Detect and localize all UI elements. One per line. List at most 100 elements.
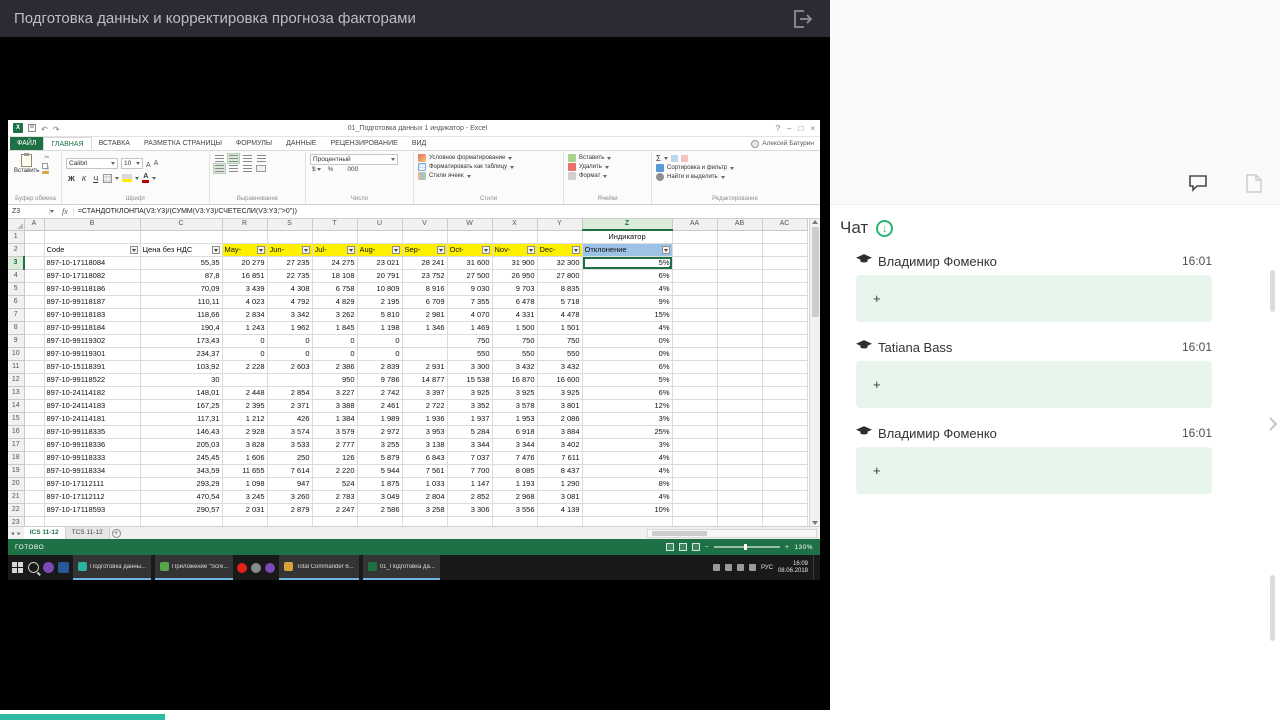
cell[interactable] — [762, 451, 808, 465]
cell[interactable]: 2 371 — [267, 399, 313, 413]
cell[interactable]: 7 355 — [447, 295, 493, 309]
cell[interactable] — [24, 503, 45, 517]
cell[interactable]: 3 352 — [447, 399, 493, 413]
cell[interactable]: 22 735 — [267, 269, 313, 283]
cell[interactable]: 7 561 — [402, 464, 448, 478]
cell[interactable]: 0 — [312, 347, 358, 361]
format-painter-icon[interactable] — [42, 171, 50, 174]
cell[interactable]: 8% — [582, 477, 673, 491]
cell[interactable] — [672, 451, 718, 465]
cell[interactable]: 3 432 — [537, 360, 583, 374]
pinned-app-icon[interactable] — [265, 562, 276, 573]
cell[interactable] — [672, 282, 718, 296]
cell[interactable] — [717, 438, 763, 452]
cell[interactable]: 1 845 — [312, 321, 358, 335]
font-size-select[interactable]: 10 — [121, 157, 143, 169]
column-header-U[interactable]: U — [357, 219, 403, 231]
cell[interactable]: 2 839 — [357, 360, 403, 374]
files-tab-button[interactable] — [1241, 171, 1267, 195]
cell[interactable]: 1 033 — [402, 477, 448, 491]
cell[interactable]: 2 586 — [357, 503, 403, 517]
cell[interactable]: 9% — [582, 295, 673, 309]
cell[interactable]: Nov- — [492, 243, 538, 257]
taskbar-app-button[interactable]: Подготовка данны... — [73, 555, 152, 580]
minimize-icon[interactable] — [787, 124, 791, 133]
cell[interactable]: 897-10-24114183 — [44, 399, 141, 413]
cell[interactable]: 2 722 — [402, 399, 448, 413]
cell[interactable]: 15 538 — [447, 373, 493, 387]
cell[interactable]: 27 800 — [537, 269, 583, 283]
paste-button[interactable]: Вставить — [14, 153, 39, 174]
cell[interactable]: 2 981 — [402, 308, 448, 322]
filter-button-icon[interactable] — [211, 246, 220, 254]
clear-icon[interactable] — [680, 155, 688, 162]
cell[interactable]: 2 220 — [312, 464, 358, 478]
row-header[interactable]: 11 — [8, 360, 25, 374]
tray-icon[interactable] — [748, 564, 756, 571]
cell[interactable]: 7 611 — [537, 451, 583, 465]
cell[interactable]: 0 — [267, 347, 313, 361]
cell[interactable]: 4% — [582, 282, 673, 296]
cell[interactable]: 8 437 — [537, 464, 583, 478]
cell[interactable]: 250 — [267, 451, 313, 465]
cell[interactable] — [24, 334, 45, 348]
cell[interactable]: 2 879 — [267, 503, 313, 517]
cell[interactable] — [717, 373, 763, 387]
cell[interactable]: 3 245 — [222, 490, 268, 504]
cell[interactable]: 3 828 — [222, 438, 268, 452]
cell[interactable] — [312, 230, 358, 244]
cell[interactable] — [357, 516, 403, 526]
cell[interactable]: Dec- — [537, 243, 583, 257]
align-left-button[interactable] — [213, 163, 226, 174]
cell[interactable] — [717, 243, 763, 257]
filter-button-icon[interactable] — [301, 246, 310, 254]
cell[interactable]: 897-10-99118183 — [44, 308, 141, 322]
redo-icon[interactable] — [53, 119, 60, 137]
cell[interactable] — [672, 477, 718, 491]
cell[interactable]: 0 — [312, 334, 358, 348]
insert-function-button[interactable]: fx — [57, 207, 74, 216]
cell[interactable] — [717, 230, 763, 244]
cell[interactable]: 3 925 — [492, 386, 538, 400]
cell[interactable]: 3 574 — [267, 425, 313, 439]
cell[interactable]: 0 — [357, 334, 403, 348]
tray-icon[interactable] — [736, 564, 744, 571]
cell[interactable] — [24, 243, 45, 257]
underline-button[interactable]: Ч — [91, 174, 100, 183]
cell[interactable]: 1 346 — [402, 321, 448, 335]
cell[interactable] — [762, 516, 808, 526]
cell[interactable]: 897-10-99118187 — [44, 295, 141, 309]
filter-button-icon[interactable] — [391, 246, 400, 254]
cell[interactable]: 1 937 — [447, 412, 493, 426]
cell[interactable]: 897-10-17118084 — [44, 256, 141, 270]
cell[interactable] — [762, 308, 808, 322]
cell[interactable] — [717, 347, 763, 361]
cell[interactable] — [762, 243, 808, 257]
cell[interactable]: 470,54 — [140, 490, 223, 504]
column-header-C[interactable]: C — [140, 219, 223, 231]
cell[interactable] — [762, 464, 808, 478]
cell[interactable]: 897-10-99119301 — [44, 347, 141, 361]
column-header-AC[interactable]: AC — [762, 219, 808, 231]
tray-icon[interactable] — [724, 564, 732, 571]
cell[interactable] — [762, 477, 808, 491]
cell[interactable] — [762, 295, 808, 309]
cell[interactable]: 4 331 — [492, 308, 538, 322]
cell[interactable] — [24, 373, 45, 387]
cell[interactable]: 190,4 — [140, 321, 223, 335]
cell[interactable]: 26 950 — [492, 269, 538, 283]
cell[interactable]: 3 579 — [312, 425, 358, 439]
cell[interactable]: 2 448 — [222, 386, 268, 400]
cell[interactable] — [140, 516, 223, 526]
row-header[interactable]: 19 — [8, 464, 25, 478]
cell[interactable]: 0 — [267, 334, 313, 348]
cell[interactable] — [717, 451, 763, 465]
cell[interactable]: 897-10-99118184 — [44, 321, 141, 335]
exit-button[interactable] — [788, 5, 816, 33]
cell[interactable]: Цена без НДС — [140, 243, 223, 257]
scroll-up-icon[interactable] — [812, 220, 818, 224]
cell[interactable]: 7 037 — [447, 451, 493, 465]
cell[interactable]: 897-10-17118593 — [44, 503, 141, 517]
grow-font-button[interactable] — [146, 154, 151, 172]
row-header[interactable]: 13 — [8, 386, 25, 400]
